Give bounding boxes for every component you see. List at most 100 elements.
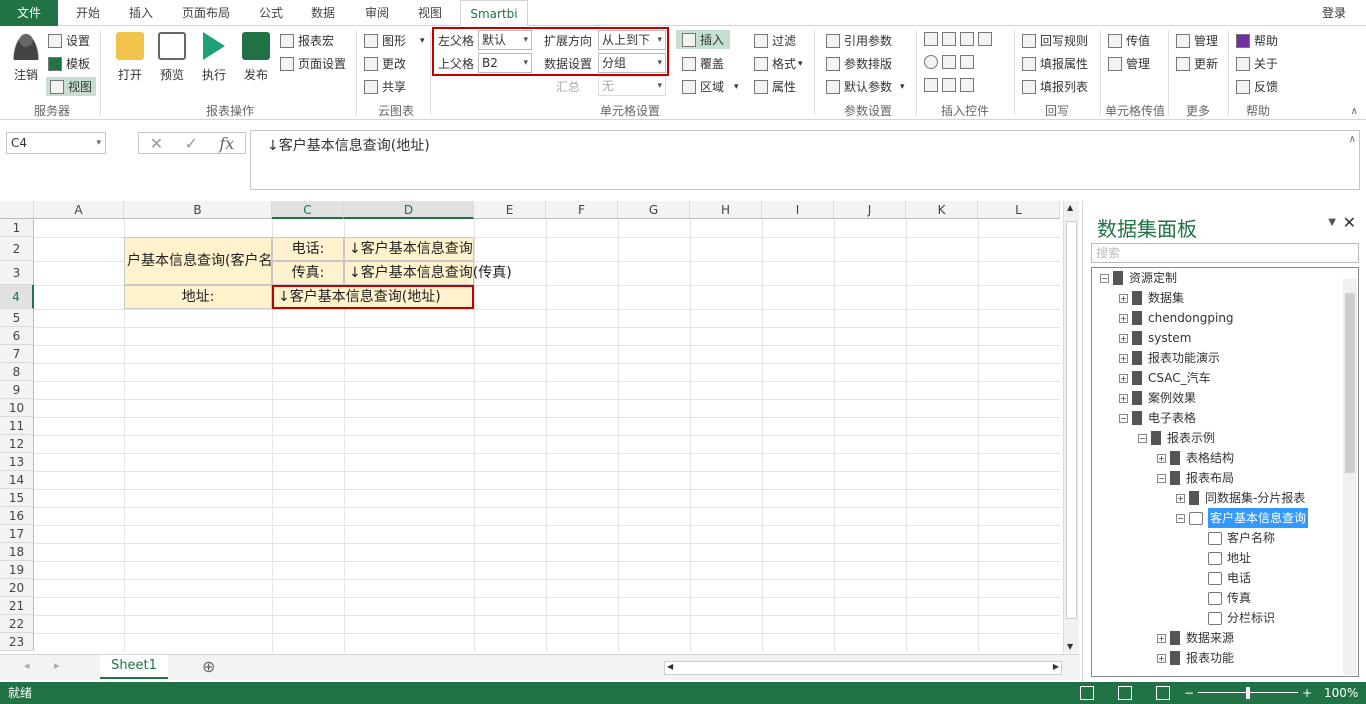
preview-button[interactable]: 预览 [152, 32, 192, 83]
column-header[interactable]: E [474, 201, 546, 219]
cell-c4-selected[interactable]: ↓客户基本信息查询(地址) [272, 285, 474, 309]
zoom-out-icon[interactable]: − [1184, 682, 1194, 704]
login-link[interactable]: 登录 [1322, 0, 1346, 26]
scroll-left-icon[interactable]: ◀ [667, 662, 673, 671]
confirm-icon[interactable]: ✓ [185, 134, 198, 153]
vertical-scrollbar[interactable]: ▲ ▼ [1063, 201, 1079, 653]
help-button[interactable]: 帮助 [1236, 32, 1278, 49]
column-header[interactable]: B [124, 201, 272, 219]
row-header[interactable]: 22 [0, 615, 34, 633]
tab-home[interactable]: 开始 [62, 0, 114, 26]
tab-view[interactable]: 视图 [404, 0, 456, 26]
param-layout-button[interactable]: 参数排版 [826, 55, 892, 72]
panel-search-input[interactable]: 搜索 [1091, 243, 1359, 263]
scroll-up-icon[interactable]: ▲ [1067, 203, 1073, 212]
template-button[interactable]: 模板 [48, 55, 90, 72]
tree-node-item[interactable]: + 表格结构 [1157, 448, 1234, 468]
horizontal-scrollbar[interactable]: ◀ ▶ [664, 661, 1062, 675]
page-break-view-icon[interactable] [1156, 686, 1170, 700]
row-header[interactable]: 17 [0, 525, 34, 543]
tab-data[interactable]: 数据 [298, 0, 348, 26]
tree-field-item[interactable]: 传真 [1195, 588, 1251, 608]
filter-button[interactable]: 过滤 [754, 32, 796, 49]
row-header[interactable]: 5 [0, 309, 34, 327]
tree-node-item[interactable]: + CSAC_汽车 [1119, 368, 1211, 388]
tree-node-item[interactable]: + 案例效果 [1119, 388, 1196, 408]
report-macro-button[interactable]: 报表宏 [280, 32, 334, 49]
next-sheet-icon[interactable]: ▸ [54, 659, 60, 672]
expand-icon[interactable]: + [1119, 333, 1128, 343]
open-button[interactable]: 打开 [110, 32, 150, 83]
settings-button[interactable]: 设置 [48, 32, 90, 49]
writeback-rule-button[interactable]: 回写规则 [1022, 32, 1088, 49]
ref-param-button[interactable]: 引用参数 [826, 32, 892, 49]
row-header[interactable]: 8 [0, 363, 34, 381]
column-header[interactable]: J [834, 201, 906, 219]
tree-node-item[interactable]: − 客户基本信息查询 [1176, 508, 1309, 528]
row-header[interactable]: 13 [0, 453, 34, 471]
fill-property-button[interactable]: 填报属性 [1022, 55, 1088, 72]
tree-scrollbar-thumb[interactable] [1345, 293, 1355, 473]
row-header[interactable]: 23 [0, 633, 34, 651]
tab-smartbi[interactable]: Smartbi [460, 0, 528, 27]
add-sheet-icon[interactable]: ⊕ [202, 657, 215, 676]
tab-formula[interactable]: 公式 [246, 0, 296, 26]
view-button[interactable]: 视图 [46, 77, 97, 96]
tree-node-item[interactable]: − 报表布局 [1157, 468, 1234, 488]
chart-button[interactable]: 图形 ▾ [364, 32, 425, 49]
manage-cell-button[interactable]: 管理 [1108, 55, 1150, 72]
spreadsheet-grid[interactable]: A B C D E F G H I J K L 1 2 3 4 5 6 7 8 … [0, 201, 1060, 652]
cancel-icon[interactable]: ✕ [150, 134, 163, 153]
execute-button[interactable]: 执行 [194, 32, 234, 83]
format-button[interactable]: 格式 ▾ [754, 55, 803, 72]
tab-page-layout[interactable]: 页面布局 [168, 0, 244, 26]
column-header[interactable]: G [618, 201, 690, 219]
formula-input[interactable]: ↓客户基本信息查询(地址) [250, 130, 1360, 190]
region-button[interactable]: 区域 ▾ [682, 78, 739, 95]
update-button[interactable]: 更改 [364, 55, 406, 72]
zoom-level[interactable]: 100% [1324, 682, 1358, 704]
row-header[interactable]: 9 [0, 381, 34, 399]
sheet-tab-sheet1[interactable]: Sheet1 [100, 655, 168, 679]
expand-icon[interactable]: + [1157, 633, 1166, 643]
publish-button[interactable]: 发布 [236, 32, 276, 83]
checkbox-control-button[interactable] [924, 78, 978, 92]
row-header[interactable]: 15 [0, 489, 34, 507]
column-header[interactable]: C [272, 201, 344, 219]
scroll-right-icon[interactable]: ▶ [1053, 662, 1059, 671]
tree-node-item[interactable]: − 资源定制 [1100, 268, 1177, 288]
expand-formula-icon[interactable]: ∧ [1349, 134, 1356, 145]
column-header[interactable]: D [344, 201, 474, 219]
tab-file[interactable]: 文件 [0, 0, 58, 26]
collapse-ribbon-icon[interactable]: ∧ [1351, 106, 1358, 117]
textbox-control-button[interactable] [924, 32, 996, 46]
row-header[interactable]: 4 [0, 285, 34, 309]
select-all-corner[interactable] [0, 201, 34, 219]
tree-node-item[interactable]: + 同数据集-分片报表 [1176, 488, 1305, 508]
page-layout-view-icon[interactable] [1118, 686, 1132, 700]
expand-icon[interactable]: + [1119, 393, 1128, 403]
insert-cell-button[interactable]: 插入 [676, 30, 731, 49]
page-settings-button[interactable]: 页面设置 [280, 55, 346, 72]
tree-field-item[interactable]: 地址 [1195, 548, 1251, 568]
overwrite-button[interactable]: 覆盖 [682, 55, 724, 72]
row-header[interactable]: 1 [0, 219, 34, 237]
pass-value-button[interactable]: 传值 [1108, 32, 1150, 49]
refresh-button[interactable]: 更新 [1176, 55, 1218, 72]
expand-icon[interactable]: + [1119, 373, 1128, 383]
tree-field-item[interactable]: 电话 [1195, 568, 1251, 588]
feedback-button[interactable]: 反馈 [1236, 78, 1278, 95]
zoom-in-icon[interactable]: + [1302, 682, 1312, 704]
tree-node-item[interactable]: + 报表功能 [1157, 648, 1234, 668]
column-header[interactable]: K [906, 201, 978, 219]
share-button[interactable]: 共享 [364, 78, 406, 95]
cell-d2[interactable]: ↓客户基本信息查询 [344, 237, 474, 261]
prev-sheet-icon[interactable]: ◂ [24, 659, 30, 672]
collapse-icon[interactable]: − [1119, 413, 1128, 423]
cell-c3[interactable]: 传真: [272, 261, 344, 285]
row-header[interactable]: 20 [0, 579, 34, 597]
tree-node-item[interactable]: − 电子表格 [1119, 408, 1196, 428]
expand-icon[interactable]: + [1157, 653, 1166, 663]
column-header[interactable]: L [978, 201, 1060, 219]
manage-button[interactable]: 管理 [1176, 32, 1218, 49]
